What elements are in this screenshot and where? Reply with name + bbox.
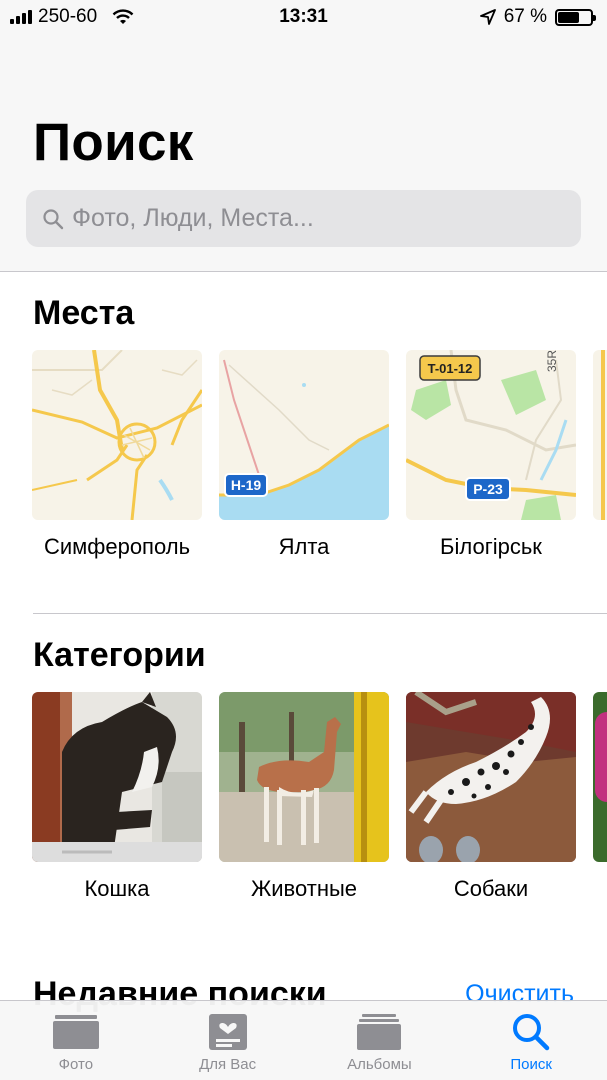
place-tile-partial[interactable] (593, 350, 607, 560)
places-row[interactable]: Симферополь H-19 Ялта T-01-12 P-23 35R Б… (32, 350, 607, 560)
road-badge: H-19 (231, 477, 262, 493)
place-label: Білогірськ (440, 534, 542, 559)
place-tile[interactable]: H-19 Ялта (219, 350, 389, 560)
cat-photo[interactable] (32, 692, 202, 862)
category-tile[interactable]: Кошка (32, 692, 202, 902)
map-thumbnail[interactable]: H-19 (219, 350, 389, 520)
status-bar: 250-60 13:31 67 % (0, 0, 607, 36)
tab-bar: Фото Для Вас Альбомы Поиск (0, 1000, 607, 1080)
map-thumbnail[interactable] (32, 350, 202, 520)
magnifier-icon (43, 208, 64, 229)
for-you-icon (208, 1014, 247, 1050)
place-label: Симферополь (43, 534, 191, 559)
tab-label: Фото (58, 1056, 94, 1073)
location-arrow-icon (479, 9, 496, 25)
place-tile[interactable]: Симферополь (32, 350, 202, 560)
tab-for-you[interactable]: Для Вас (152, 1001, 304, 1080)
tab-label: Альбомы (347, 1056, 412, 1073)
category-tile-partial[interactable] (593, 692, 607, 902)
place-label: Ялта (278, 534, 330, 559)
flower-photo[interactable] (593, 692, 607, 862)
photos-icon (52, 1015, 99, 1049)
battery-percent: 67 % (503, 6, 547, 27)
battery-icon (555, 8, 596, 26)
categories-row[interactable]: Кошка Животные Собаки (32, 692, 607, 902)
animals-photo[interactable] (219, 692, 389, 862)
map-thumbnail[interactable] (593, 350, 607, 520)
places-section-title: Места (33, 294, 135, 332)
categories-section-title: Категории (33, 636, 206, 674)
tab-photos[interactable]: Фото (0, 1001, 152, 1080)
category-label: Собаки (453, 876, 529, 901)
category-tile[interactable]: Собаки (406, 692, 576, 902)
search-icon (513, 1014, 550, 1051)
category-tile[interactable]: Животные (219, 692, 389, 902)
tab-search[interactable]: Поиск (455, 1001, 607, 1080)
category-label: Кошка (84, 876, 150, 901)
search-field[interactable] (26, 190, 581, 247)
category-label: Животные (250, 876, 358, 901)
place-tile[interactable]: T-01-12 P-23 35R Білогірськ (406, 350, 576, 560)
header-area: 250-60 13:31 67 % Поиск (0, 0, 607, 272)
albums-icon (357, 1014, 402, 1050)
map-label: 35R (545, 350, 559, 372)
tab-albums[interactable]: Альбомы (304, 1001, 456, 1080)
page-title: Поиск (33, 113, 194, 172)
tab-label: Поиск (510, 1056, 552, 1073)
tab-label: Для Вас (199, 1056, 257, 1073)
road-badge: P-23 (473, 481, 503, 497)
road-badge: T-01-12 (428, 361, 473, 376)
section-divider (33, 613, 607, 614)
search-input[interactable] (72, 204, 572, 233)
map-thumbnail[interactable]: T-01-12 P-23 35R (406, 350, 576, 520)
dogs-photo[interactable] (406, 692, 576, 862)
